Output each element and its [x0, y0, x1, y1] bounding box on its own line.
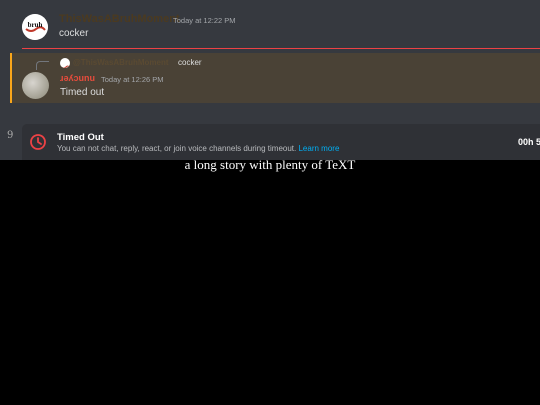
timeout-title: Timed Out	[57, 132, 104, 143]
caption: a long story with plenty of TeXT	[184, 157, 356, 172]
avatar[interactable]	[22, 72, 49, 99]
timeout-description: You can not chat, reply, react, or join …	[57, 144, 339, 153]
bruh-logo-small-icon	[60, 61, 70, 68]
discord-chat-screenshot: bruh ThisWasABruhMoment Today at 12:22 P…	[0, 0, 540, 160]
timestamp: Today at 12:26 PM	[101, 75, 164, 84]
timestamp: Today at 12:22 PM	[173, 16, 236, 25]
learn-more-link[interactable]: Learn more	[298, 144, 339, 153]
mentioned-message: @ThisWasABruhMoment cocker ɹǝʎɔunu Today…	[10, 53, 540, 103]
avatar-label: bruh	[28, 21, 43, 29]
username[interactable]: ThisWasABruhMoment	[59, 13, 180, 25]
message-text: Timed out	[60, 87, 105, 98]
timeout-timer: 00h 5	[518, 137, 540, 147]
message-text: cocker	[59, 28, 89, 39]
bruh-logo-icon: bruh	[22, 14, 48, 40]
username[interactable]: ɹǝʎɔunu	[60, 73, 95, 83]
reply-avatar	[60, 58, 70, 68]
reply-mention[interactable]: @ThisWasABruhMoment	[73, 58, 169, 67]
timeout-notice: Timed Out You can not chat, reply, react…	[22, 124, 540, 160]
reply-spine	[36, 61, 49, 70]
handwritten-mark: 9	[7, 130, 14, 141]
reply-preview-text[interactable]: cocker	[178, 58, 202, 67]
avatar[interactable]: bruh	[22, 14, 48, 40]
new-messages-divider	[22, 48, 540, 49]
clock-icon	[30, 134, 46, 150]
message-1: bruh ThisWasABruhMoment Today at 12:22 P…	[0, 0, 540, 48]
timeout-description-text: You can not chat, reply, react, or join …	[57, 144, 297, 153]
